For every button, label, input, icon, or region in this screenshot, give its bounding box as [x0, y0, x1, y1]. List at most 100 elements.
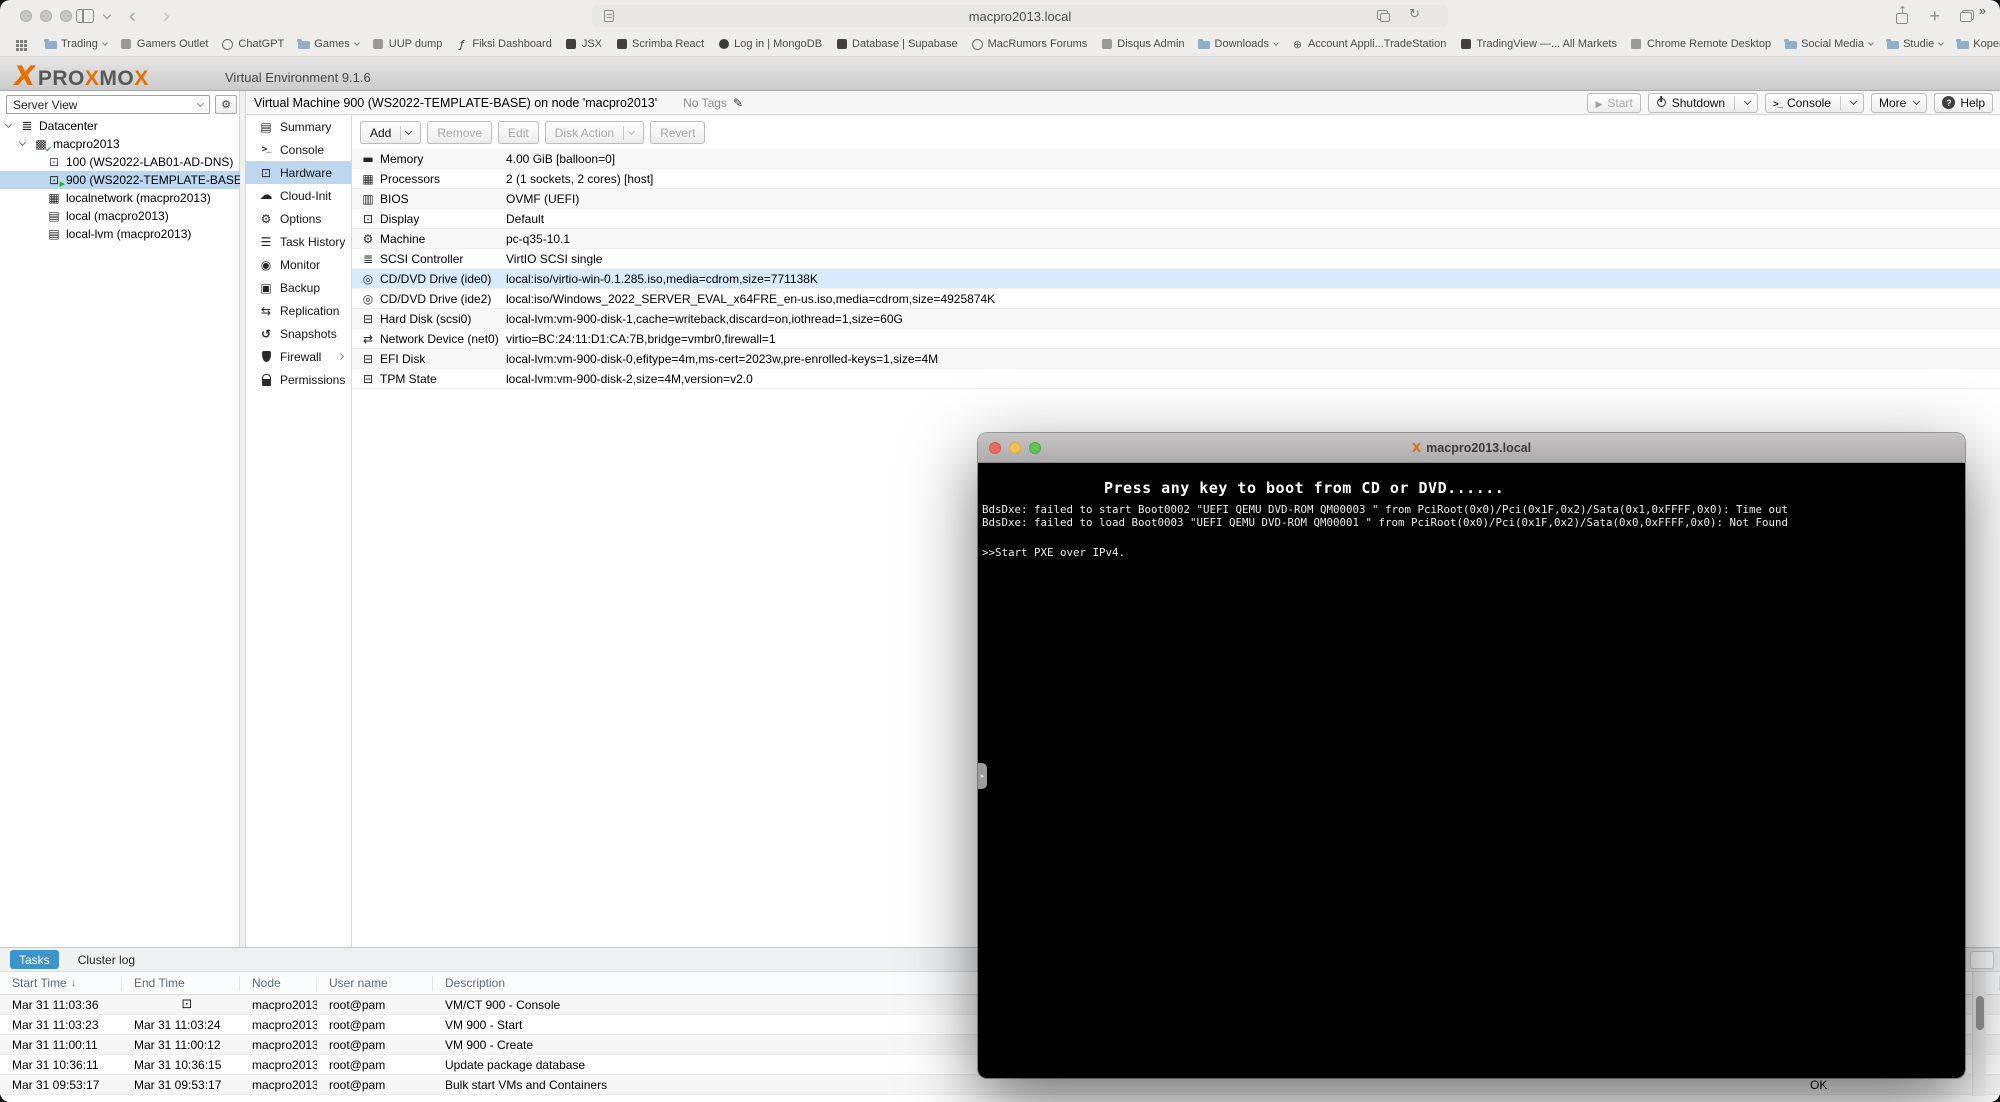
share-icon[interactable]	[1895, 8, 1909, 24]
column-start-time[interactable]: Start Time↓	[0, 976, 122, 991]
task-row[interactable]: Mar 31 09:53:17 Mar 31 09:53:17 macpro20…	[0, 1075, 2000, 1095]
vm-nav-item[interactable]: Summary	[246, 115, 351, 138]
vm-nav-item[interactable]: Options	[246, 207, 351, 230]
bookmark-item[interactable]: Games	[297, 38, 358, 50]
view-selector[interactable]: Server View	[6, 95, 210, 114]
toolbar-button[interactable]: Edit	[498, 121, 539, 144]
column-end-time[interactable]: End Time	[122, 976, 240, 991]
hardware-row[interactable]: BIOS OVMF (UEFI)	[352, 189, 2000, 209]
safari-titlebar[interactable]: ‹ › macpro2013.local	[0, 0, 2000, 32]
column-user-name[interactable]: User name	[317, 976, 433, 991]
tree-item[interactable]: Datacenter	[0, 117, 239, 135]
address-bar[interactable]: macpro2013.local	[592, 5, 1448, 27]
vm-nav-item[interactable]: Permissions	[246, 368, 351, 391]
hardware-row[interactable]: Machine pc-q35-10.1	[352, 229, 2000, 249]
vm-nav-item[interactable]: Monitor	[246, 253, 351, 276]
toolbar-button[interactable]: Remove	[427, 121, 492, 144]
bookmark-item[interactable]: TradingView —... All Markets	[1459, 38, 1617, 50]
translate-icon[interactable]	[1377, 10, 1390, 22]
bookmark-item[interactable]: Social Media	[1784, 38, 1873, 50]
bookmark-item[interactable]: Log in | MongoDB	[717, 38, 822, 50]
vm-nav-item[interactable]: Task History	[246, 230, 351, 253]
tree-item[interactable]: local (macpro2013)	[0, 207, 239, 225]
tree-item[interactable]: local-lvm (macpro2013)	[0, 225, 239, 243]
vm-nav-item[interactable]: Hardware	[246, 161, 351, 184]
bookmark-item[interactable]: Trading	[44, 38, 107, 50]
tasks-scrollbar[interactable]	[1972, 972, 1986, 1096]
edit-tags-icon[interactable]	[733, 96, 743, 110]
expand-caret-icon[interactable]	[19, 139, 26, 146]
more-button[interactable]: More	[1871, 93, 1927, 113]
hardware-row[interactable]: TPM State local-lvm:vm-900-disk-2,size=4…	[352, 369, 2000, 389]
vm-nav-item[interactable]: Snapshots	[246, 322, 351, 345]
minimize-button[interactable]	[40, 10, 52, 22]
bookmark-item[interactable]: Database | Supabase	[835, 38, 958, 50]
shutdown-button[interactable]: Shutdown	[1648, 93, 1758, 113]
sidebar-toggle-icon[interactable]	[76, 9, 94, 23]
tree-item[interactable]: 900 (WS2022-TEMPLATE-BASE)	[0, 171, 239, 189]
console-button[interactable]: Console	[1765, 93, 1864, 113]
website-icon[interactable]	[604, 10, 614, 22]
toolbar-button[interactable]: Add	[360, 121, 421, 144]
expand-caret-icon[interactable]	[5, 121, 12, 128]
bookmark-item[interactable]: MacRumors Forums	[971, 38, 1088, 50]
tree-item[interactable]: 100 (WS2022-LAB01-AD-DNS)	[0, 153, 239, 171]
minimize-button[interactable]	[1009, 442, 1021, 454]
toolbar-button[interactable]: Revert	[650, 121, 705, 144]
new-tab-icon[interactable]	[1929, 9, 1940, 23]
console-titlebar[interactable]: macpro2013.local	[978, 433, 1965, 463]
hardware-row[interactable]: Display Default	[352, 209, 2000, 229]
help-button[interactable]: Help	[1934, 93, 1993, 113]
hardware-row[interactable]: SCSI Controller VirtIO SCSI single	[352, 249, 2000, 269]
bookmark-item[interactable]: Studie	[1886, 38, 1943, 50]
bookmark-item[interactable]: Fiksi Dashboard	[455, 38, 551, 50]
novnc-control-handle[interactable]	[978, 763, 987, 789]
reload-icon[interactable]	[1409, 7, 1420, 22]
hardware-row[interactable]: Hard Disk (scsi0) local-lvm:vm-900-disk-…	[352, 309, 2000, 329]
panel-corner-button[interactable]	[1970, 951, 1994, 969]
forward-button[interactable]: ›	[154, 8, 178, 24]
tree-item[interactable]: macpro2013	[0, 135, 239, 153]
bookmarks-overflow-button[interactable]: »	[1979, 3, 1986, 18]
bookmark-item[interactable]: Chrome Remote Desktop	[1630, 38, 1771, 50]
vm-nav-item[interactable]: Firewall	[246, 345, 351, 368]
hardware-row[interactable]: CD/DVD Drive (ide0) local:iso/virtio-win…	[352, 269, 2000, 289]
bookmark-item[interactable]: Kopen	[1956, 38, 2000, 50]
hardware-row[interactable]: Memory 4.00 GiB [balloon=0]	[352, 149, 2000, 169]
bookmark-label: Scrimba React	[632, 38, 704, 50]
vm-nav-item[interactable]: Replication	[246, 299, 351, 322]
hardware-row[interactable]: EFI Disk local-lvm:vm-900-disk-0,efitype…	[352, 349, 2000, 369]
close-button[interactable]	[989, 442, 1001, 454]
tree-item[interactable]: localnetwork (macpro2013)	[0, 189, 239, 207]
tree-settings-button[interactable]	[215, 95, 237, 114]
site-ring-icon	[971, 38, 984, 50]
bookmark-item[interactable]: Scrimba React	[615, 38, 704, 50]
bookmark-item[interactable]: Gamers Outlet	[120, 38, 209, 50]
toolbar-button[interactable]: Disk Action	[545, 121, 644, 144]
back-button[interactable]: ‹	[120, 8, 144, 24]
hardware-row[interactable]: Processors 2 (1 sockets, 2 cores) [host]	[352, 169, 2000, 189]
scrollbar-thumb[interactable]	[1976, 996, 1984, 1030]
tasks-tab[interactable]: Cluster log	[69, 950, 144, 969]
zoom-button[interactable]	[1029, 442, 1041, 454]
bookmark-item[interactable]: Account Appli...TradeStation	[1291, 38, 1446, 50]
bookmark-item[interactable]: Downloads	[1198, 38, 1278, 50]
bookmark-item[interactable]: JSX	[565, 38, 602, 50]
hardware-row[interactable]: Network Device (net0) virtio=BC:24:11:D1…	[352, 329, 2000, 349]
tasks-tab[interactable]: Tasks	[10, 950, 59, 969]
hardware-row[interactable]: CD/DVD Drive (ide2) local:iso/Windows_20…	[352, 289, 2000, 309]
bookmark-item[interactable]: ChatGPT	[221, 38, 284, 50]
tab-overview-icon[interactable]	[1960, 10, 1974, 22]
vm-nav-item[interactable]: Backup	[246, 276, 351, 299]
column-node[interactable]: Node	[240, 976, 317, 991]
sidebar-chevron-icon[interactable]	[103, 10, 111, 18]
bookmark-item[interactable]: UUP dump	[372, 38, 443, 50]
vm-nav-item[interactable]: Console	[246, 138, 351, 161]
start-button[interactable]: Start	[1587, 93, 1640, 113]
vm-nav-item[interactable]: Cloud-Init	[246, 184, 351, 207]
close-button[interactable]	[20, 10, 32, 22]
zoom-button[interactable]	[60, 10, 72, 22]
bookmark-item[interactable]	[14, 38, 31, 50]
console-screen[interactable]: Press any key to boot from CD or DVD....…	[978, 463, 1965, 1078]
bookmark-item[interactable]: Disqus Admin	[1100, 38, 1184, 50]
